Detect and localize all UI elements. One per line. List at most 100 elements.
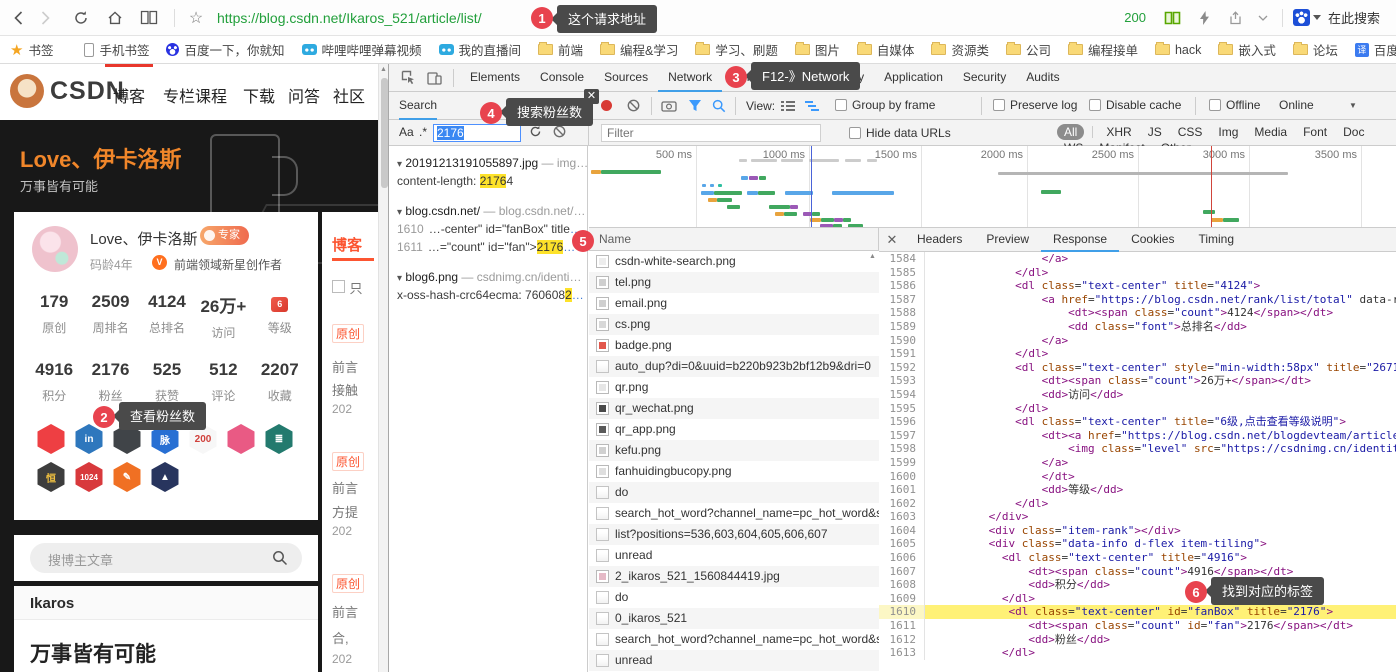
devtools-tab-network[interactable]: Network (658, 64, 723, 92)
nav-item-下载[interactable]: 下载 (243, 83, 275, 107)
home-icon[interactable] (102, 5, 128, 31)
blog-search-input[interactable]: 搜博主文章 (30, 543, 302, 573)
linkedin-badge[interactable]: in (75, 424, 103, 454)
csdn-badge[interactable] (37, 424, 65, 454)
bookmark-item[interactable]: 我的直播间 (438, 40, 521, 59)
flash-icon[interactable] (1192, 5, 1218, 31)
hide-data-urls-checkbox[interactable]: Hide data URLs (849, 126, 951, 140)
capture-screenshots-icon[interactable] (661, 100, 677, 115)
stat-item[interactable]: 26万+ 访问 (195, 292, 251, 341)
network-request-row[interactable]: unread (589, 545, 879, 566)
expert-badge[interactable]: 专家 (200, 226, 249, 245)
detail-tab-cookies[interactable]: Cookies (1119, 228, 1186, 252)
bookmark-item[interactable]: 自媒体 (856, 40, 914, 59)
bookmark-item[interactable]: 前端 (538, 40, 583, 59)
network-request-row[interactable]: auto_dup?di=0&uuid=b220b923b2bf12b9&dri=… (589, 356, 879, 377)
detail-tab-timing[interactable]: Timing (1186, 228, 1246, 252)
search-result-match[interactable]: x-oss-hash-crc64ecma: 7606082… (397, 288, 584, 302)
stat-item[interactable]: 2176 粉丝 (82, 360, 138, 404)
filter-input[interactable] (601, 124, 821, 142)
preserve-log-checkbox[interactable]: Preserve log (993, 98, 1077, 112)
disable-cache-checkbox[interactable]: Disable cache (1089, 98, 1181, 112)
bookmark-item[interactable]: 嵌入式 (1218, 40, 1276, 59)
refresh-icon[interactable] (68, 5, 94, 31)
nav-item-专栏课程[interactable]: 专栏课程 (163, 83, 227, 107)
rocket-badge[interactable]: ▲ (151, 462, 179, 492)
network-request-row[interactable]: list?positions=536,603,604,605,606,607 (589, 524, 879, 545)
search-result-file[interactable]: ▾ blog6.png — csdnimg.cn/identi… (397, 270, 581, 284)
profile-name[interactable]: Love、伊卡洛斯 (90, 228, 198, 249)
devtools-tab-application[interactable]: Application (874, 64, 953, 92)
bookmark-item[interactable]: hack (1154, 42, 1201, 57)
network-request-row[interactable]: qr_wechat.png (589, 398, 879, 419)
devtools-tab-sources[interactable]: Sources (594, 64, 658, 92)
monkey-badge[interactable] (227, 424, 255, 454)
forward-icon[interactable] (32, 5, 58, 31)
network-overview-timeline[interactable]: 500 ms 1000 ms 1500 ms 2000 ms 2500 ms 3000 m… (589, 146, 1396, 228)
back-icon[interactable] (6, 5, 32, 31)
stat-item[interactable]: 2509 周排名 (82, 292, 138, 341)
search-here-label[interactable]: 在此搜索 (1328, 8, 1380, 27)
paw-dropdown-icon[interactable] (1312, 15, 1321, 20)
stat-item[interactable]: 4124 总排名 (139, 292, 195, 341)
close-detail-icon[interactable]: ✕ (879, 232, 905, 248)
list-badge[interactable]: ≣ (265, 424, 293, 454)
bookmark-item[interactable]: 公司 (1005, 40, 1051, 59)
url-text[interactable]: https://blog.csdn.net/Ikaros_521/article… (217, 10, 482, 26)
favorite-star-icon[interactable]: ☆ (183, 5, 209, 31)
network-request-row[interactable]: search_hot_word?channel_name=pc_hot_word… (589, 503, 879, 524)
bookmark-item[interactable]: 百度一下，你就知 (166, 40, 285, 59)
network-request-row[interactable]: badge.png (589, 335, 879, 356)
bookmark-item[interactable]: 哔哩哔哩弹幕视频 (301, 40, 422, 59)
filter-pill-font[interactable]: Font (1296, 124, 1334, 140)
bookmark-item[interactable]: 资源类 (931, 40, 989, 59)
stat-item[interactable]: 4916 积分 (26, 360, 82, 404)
search-requests-icon[interactable] (712, 99, 726, 116)
scrollbar-thumb[interactable] (380, 78, 388, 188)
filter-pill-css[interactable]: CSS (1171, 124, 1210, 140)
network-request-row[interactable]: unread (589, 650, 879, 671)
request-list-scrollbar[interactable]: ▲ (867, 251, 879, 672)
pen-badge[interactable]: ✎ (113, 462, 141, 492)
chevron-down-icon[interactable] (1250, 5, 1276, 31)
network-request-row[interactable]: csdn-white-search.png (589, 251, 879, 272)
bookmark-item[interactable]: ★ 书签 (10, 40, 53, 59)
notes-book-icon[interactable] (1160, 5, 1186, 31)
bookmark-item[interactable]: 学习、刷题 (695, 40, 778, 59)
search-result-match[interactable]: 1611 …="count" id="fan">2176… (397, 240, 575, 254)
avatar[interactable] (32, 226, 78, 272)
bookmark-item[interactable]: 编程接单 (1067, 40, 1138, 59)
devtools-search-input[interactable]: 2176 (433, 124, 521, 142)
search-pane-tab[interactable]: Search (399, 92, 438, 120)
offline-checkbox[interactable]: Offline (1209, 98, 1260, 112)
filter-pill-xhr[interactable]: XHR (1099, 124, 1138, 140)
inspect-icon[interactable] (395, 65, 421, 91)
stat-item[interactable]: 179 原创 (26, 292, 82, 341)
view-list-icon[interactable] (781, 100, 795, 115)
stat-item[interactable]: 525 获赞 (139, 360, 195, 404)
network-request-row[interactable]: qr.png (589, 377, 879, 398)
network-request-row[interactable]: kefu.png (589, 440, 879, 461)
page-scrollbar[interactable]: ▲ (378, 64, 388, 672)
stat-item[interactable]: 512 评论 (195, 360, 251, 404)
1024-badge[interactable]: 1024 (75, 462, 103, 492)
share-icon[interactable] (1224, 5, 1250, 31)
match-case-button[interactable]: Aa (399, 125, 414, 139)
baidu-paw-icon[interactable] (1292, 9, 1310, 26)
bookmark-item[interactable]: 编程&学习 (600, 40, 678, 59)
bookmark-item[interactable]: 图片 (794, 40, 840, 59)
network-request-row[interactable]: qr_app.png (589, 419, 879, 440)
throttling-select[interactable]: Online (1279, 98, 1314, 112)
filter-icon[interactable] (688, 99, 702, 115)
group-by-frame-checkbox[interactable]: Group by frame (835, 98, 935, 112)
bookmark-item[interactable]: 手机书签 (84, 40, 149, 59)
refresh-search-icon[interactable] (529, 125, 542, 141)
clear-icon[interactable] (627, 99, 640, 115)
devtools-tab-security[interactable]: Security (953, 64, 1016, 92)
filter-pill-js[interactable]: JS (1141, 124, 1169, 140)
reading-mode-icon[interactable] (136, 5, 162, 31)
nav-item-问答[interactable]: 问答 (288, 83, 320, 107)
throttling-dropdown-icon[interactable]: ▼ (1349, 101, 1357, 110)
search-icon[interactable] (272, 550, 288, 566)
network-request-row[interactable]: fanhuidingbucopy.png (589, 461, 879, 482)
